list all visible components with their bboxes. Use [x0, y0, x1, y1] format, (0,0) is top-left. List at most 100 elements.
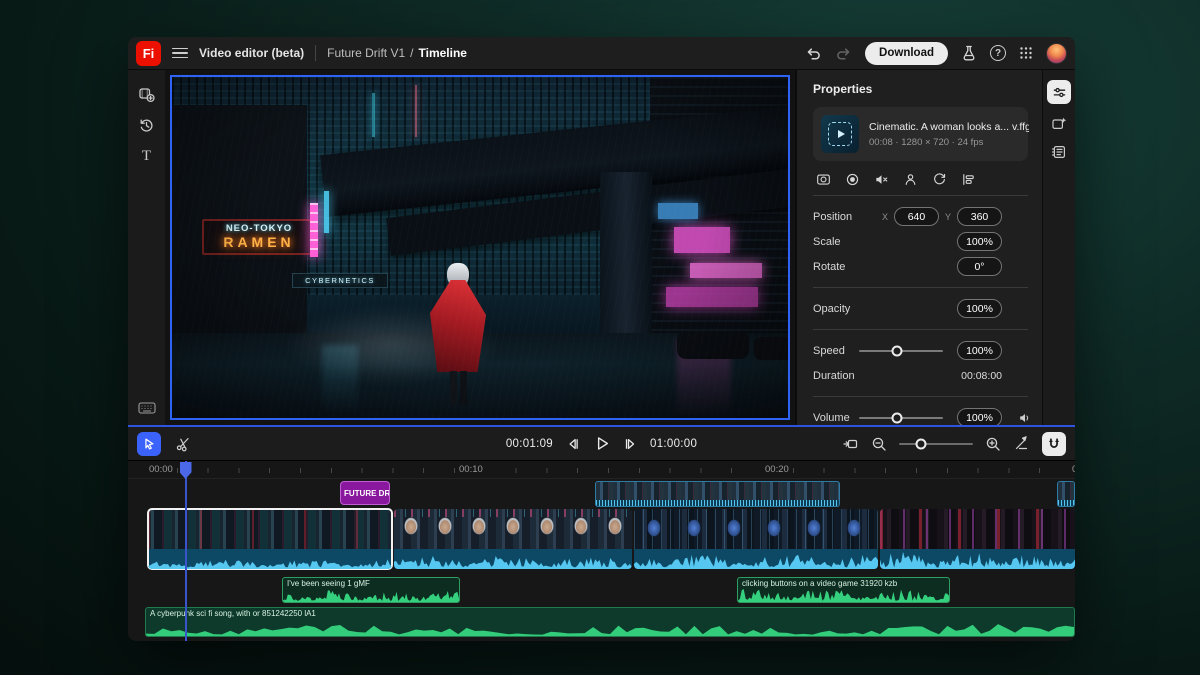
- user-avatar[interactable]: [1046, 43, 1067, 64]
- divider: [813, 329, 1028, 330]
- reset-icon[interactable]: [931, 171, 947, 187]
- hamburger-menu-icon[interactable]: [172, 48, 188, 59]
- play-button[interactable]: [593, 435, 610, 452]
- download-button[interactable]: Download: [865, 42, 948, 65]
- speed-slider-thumb[interactable]: [891, 345, 902, 356]
- sound-clip-label: I've been seeing 1 gMF: [287, 579, 370, 588]
- split-at-playhead-icon[interactable]: [1013, 435, 1030, 452]
- transport-controls: 00:01:09 01:00:00: [506, 435, 697, 452]
- scale-field[interactable]: 100%: [957, 232, 1002, 251]
- timeline-zoom-thumb[interactable]: [916, 438, 927, 449]
- history-icon[interactable]: [138, 116, 156, 134]
- ruler-label: 00:20: [762, 464, 792, 475]
- keyboard-shortcuts-icon[interactable]: [138, 399, 156, 417]
- clip-audio-waveform: [738, 587, 949, 602]
- properties-tab-icon[interactable]: [1047, 80, 1071, 104]
- next-frame-icon[interactable]: [622, 436, 638, 452]
- divider: [813, 195, 1028, 196]
- vignette: [172, 77, 788, 418]
- effects-icon[interactable]: [844, 171, 860, 187]
- music-clip[interactable]: A cyberpunk sci fi song, with or 8512422…: [145, 607, 1075, 637]
- position-x-field[interactable]: 640: [894, 207, 939, 226]
- app-title: Video editor (beta): [199, 46, 304, 60]
- video-preview[interactable]: NEO-TOKYO RAMEN CYBERNETICS: [170, 75, 790, 420]
- clip-audio-waveform: [880, 549, 1075, 569]
- opacity-label: Opacity: [813, 303, 850, 315]
- audio-off-icon[interactable]: [873, 171, 889, 187]
- previous-frame-icon[interactable]: [565, 436, 581, 452]
- opacity-field[interactable]: 100%: [957, 299, 1002, 318]
- properties-panel: Properties Cinematic. A woman looks a...…: [795, 70, 1042, 425]
- video-clip-segment-4[interactable]: [880, 509, 1075, 569]
- text-tool-icon[interactable]: T: [138, 147, 156, 165]
- video-clip-segment-3[interactable]: [634, 509, 878, 569]
- position-row: Position X 640 Y 360: [813, 204, 1042, 229]
- x-label: X: [882, 212, 888, 222]
- preview-area: NEO-TOKYO RAMEN CYBERNETICS: [165, 70, 795, 425]
- firefly-logo[interactable]: Fi: [136, 41, 161, 66]
- speaker-icon[interactable]: [1018, 411, 1032, 425]
- clip-thumbnails: [634, 509, 878, 549]
- rotate-field[interactable]: 0°: [957, 257, 1002, 276]
- snap-magnet-button[interactable]: [1042, 432, 1066, 456]
- duration-row: Duration 00:08:00: [813, 363, 1042, 388]
- volume-label: Volume: [813, 412, 850, 424]
- rotate-label: Rotate: [813, 261, 845, 273]
- properties-heading: Properties: [813, 82, 1042, 96]
- text-clip[interactable]: FUTURE DRI: [340, 481, 390, 505]
- undo-icon[interactable]: [805, 45, 822, 62]
- top-bar: Fi Video editor (beta) Future Drift V1 /…: [128, 37, 1075, 70]
- volume-slider-thumb[interactable]: [891, 412, 902, 423]
- speed-row: Speed 100%: [813, 338, 1042, 363]
- timeline-ruler[interactable]: 00:00 00:10 00:20 00:30: [128, 461, 1075, 479]
- playhead[interactable]: [185, 461, 187, 641]
- ruler-label: 00:00: [146, 464, 176, 475]
- help-icon[interactable]: ?: [990, 45, 1006, 61]
- breadcrumb-page: Timeline: [419, 46, 467, 60]
- generate-media-icon[interactable]: [1051, 116, 1067, 132]
- sound-effect-clip-2[interactable]: clicking buttons on a video game 31920 k…: [737, 577, 950, 603]
- generated-video-icon: [828, 122, 852, 146]
- selected-clip-card[interactable]: Cinematic. A woman looks a... v.ffgenvid…: [813, 107, 1028, 161]
- y-label: Y: [945, 212, 951, 222]
- breadcrumb-project[interactable]: Future Drift V1: [327, 46, 405, 60]
- main-row: T NEO-TOKYO: [128, 70, 1075, 425]
- video-clip-segment-2[interactable]: [394, 509, 632, 569]
- clip-thumbnail: [821, 115, 859, 153]
- opacity-row: Opacity 100%: [813, 296, 1042, 321]
- position-y-field[interactable]: 360: [957, 207, 1002, 226]
- overlay-video-clip[interactable]: [595, 481, 840, 507]
- split-tool-icon[interactable]: [175, 436, 191, 452]
- select-tool-button[interactable]: [137, 432, 161, 456]
- scale-row: Scale 100%: [813, 229, 1042, 254]
- position-label: Position: [813, 211, 852, 223]
- subject-icon[interactable]: [902, 171, 918, 187]
- zoom-out-icon[interactable]: [871, 436, 887, 452]
- beta-flask-icon[interactable]: [961, 45, 977, 61]
- speed-slider[interactable]: [859, 350, 943, 352]
- music-clip-label: A cyberpunk sci fi song, with or 8512422…: [150, 609, 316, 618]
- layer-order-icon[interactable]: [960, 171, 976, 187]
- add-media-icon[interactable]: [138, 85, 156, 103]
- scale-label: Scale: [813, 236, 841, 248]
- rotate-row: Rotate 0°: [813, 254, 1042, 279]
- volume-slider[interactable]: [859, 417, 943, 419]
- notes-panel-icon[interactable]: [1051, 144, 1067, 160]
- right-tool-rail: [1042, 70, 1075, 425]
- clip-thumbnails: [880, 509, 1075, 549]
- divider: [813, 396, 1028, 397]
- mask-icon[interactable]: [815, 171, 831, 187]
- timeline-zoom-controls: [842, 432, 1066, 456]
- redo-icon[interactable]: [835, 45, 852, 62]
- clip-audio-waveform: [394, 549, 632, 569]
- apps-grid-icon[interactable]: [1019, 46, 1033, 60]
- fit-timeline-icon[interactable]: [842, 435, 859, 452]
- duration-value: 00:08:00: [961, 370, 1002, 382]
- timeline-zoom-slider[interactable]: [899, 443, 973, 445]
- clip-audio-waveform: [283, 587, 459, 602]
- sound-effect-clip-1[interactable]: I've been seeing 1 gMF: [282, 577, 460, 603]
- overlay-video-clip[interactable]: [1057, 481, 1075, 507]
- clip-audio-waveform: [146, 618, 1074, 636]
- speed-field[interactable]: 100%: [957, 341, 1002, 360]
- zoom-in-icon[interactable]: [985, 436, 1001, 452]
